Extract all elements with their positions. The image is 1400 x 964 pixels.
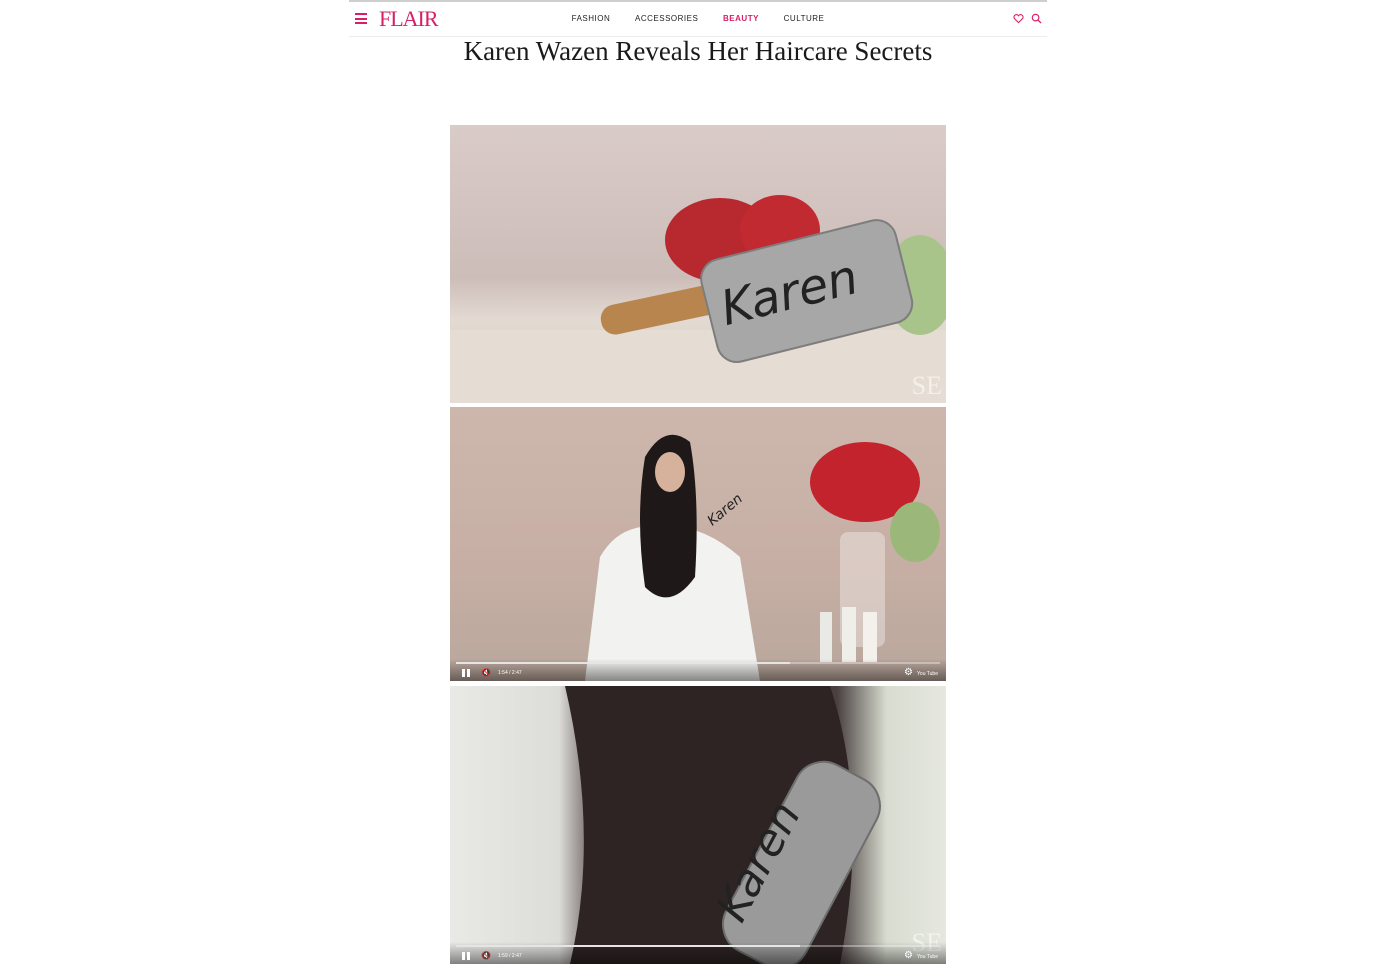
- gear-icon[interactable]: ⚙: [904, 951, 913, 961]
- video-controls: 🔇 1:54 / 2:47 ⚙ You Tube: [450, 659, 946, 681]
- main-nav: FASHION ACCESSORIES BEAUTY CULTURE: [349, 14, 1047, 23]
- youtube-logo[interactable]: You Tube: [917, 670, 938, 678]
- video-progress-bar[interactable]: [456, 662, 940, 664]
- search-icon[interactable]: [1031, 13, 1042, 24]
- article-title: Karen Wazen Reveals Her Haircare Secrets: [463, 36, 933, 66]
- video-player-2[interactable]: Karen SE 🔇 1:59 / 2:47 ⚙ You Tube: [450, 686, 946, 964]
- video-controls: 🔇 1:59 / 2:47 ⚙ You Tube: [450, 942, 946, 964]
- nav-item-culture[interactable]: CULTURE: [784, 14, 825, 23]
- youtube-logo[interactable]: You Tube: [917, 953, 938, 961]
- mute-icon[interactable]: 🔇: [481, 669, 491, 677]
- video-time: 1:54 / 2:47: [498, 670, 522, 676]
- video-progress-fill: [456, 945, 800, 947]
- nav-item-beauty[interactable]: BEAUTY: [723, 14, 759, 23]
- video-progress-fill: [456, 662, 790, 664]
- nav-item-accessories[interactable]: ACCESSORIES: [635, 14, 698, 23]
- watermark: SE: [911, 371, 942, 400]
- hair-closeup-illustration: [565, 686, 881, 964]
- pause-icon[interactable]: [462, 669, 470, 677]
- brush-photo-illustration: [450, 195, 946, 403]
- video-player-1[interactable]: Karen 🔇 1:54 / 2:47 ⚙ You Tube: [450, 407, 946, 681]
- mute-icon[interactable]: 🔇: [481, 952, 491, 960]
- gear-icon[interactable]: ⚙: [904, 668, 913, 678]
- nav-item-fashion[interactable]: FASHION: [572, 14, 611, 23]
- pause-icon[interactable]: [462, 952, 470, 960]
- video-progress-bar[interactable]: [456, 945, 940, 947]
- article-image-brush: Karen SE: [450, 125, 946, 403]
- site-header: FLAIR FASHION ACCESSORIES BEAUTY CULTURE: [349, 2, 1047, 37]
- heart-icon[interactable]: [1013, 13, 1024, 24]
- video-time: 1:59 / 2:47: [498, 953, 522, 959]
- woman-brushing-illustration: [585, 434, 940, 681]
